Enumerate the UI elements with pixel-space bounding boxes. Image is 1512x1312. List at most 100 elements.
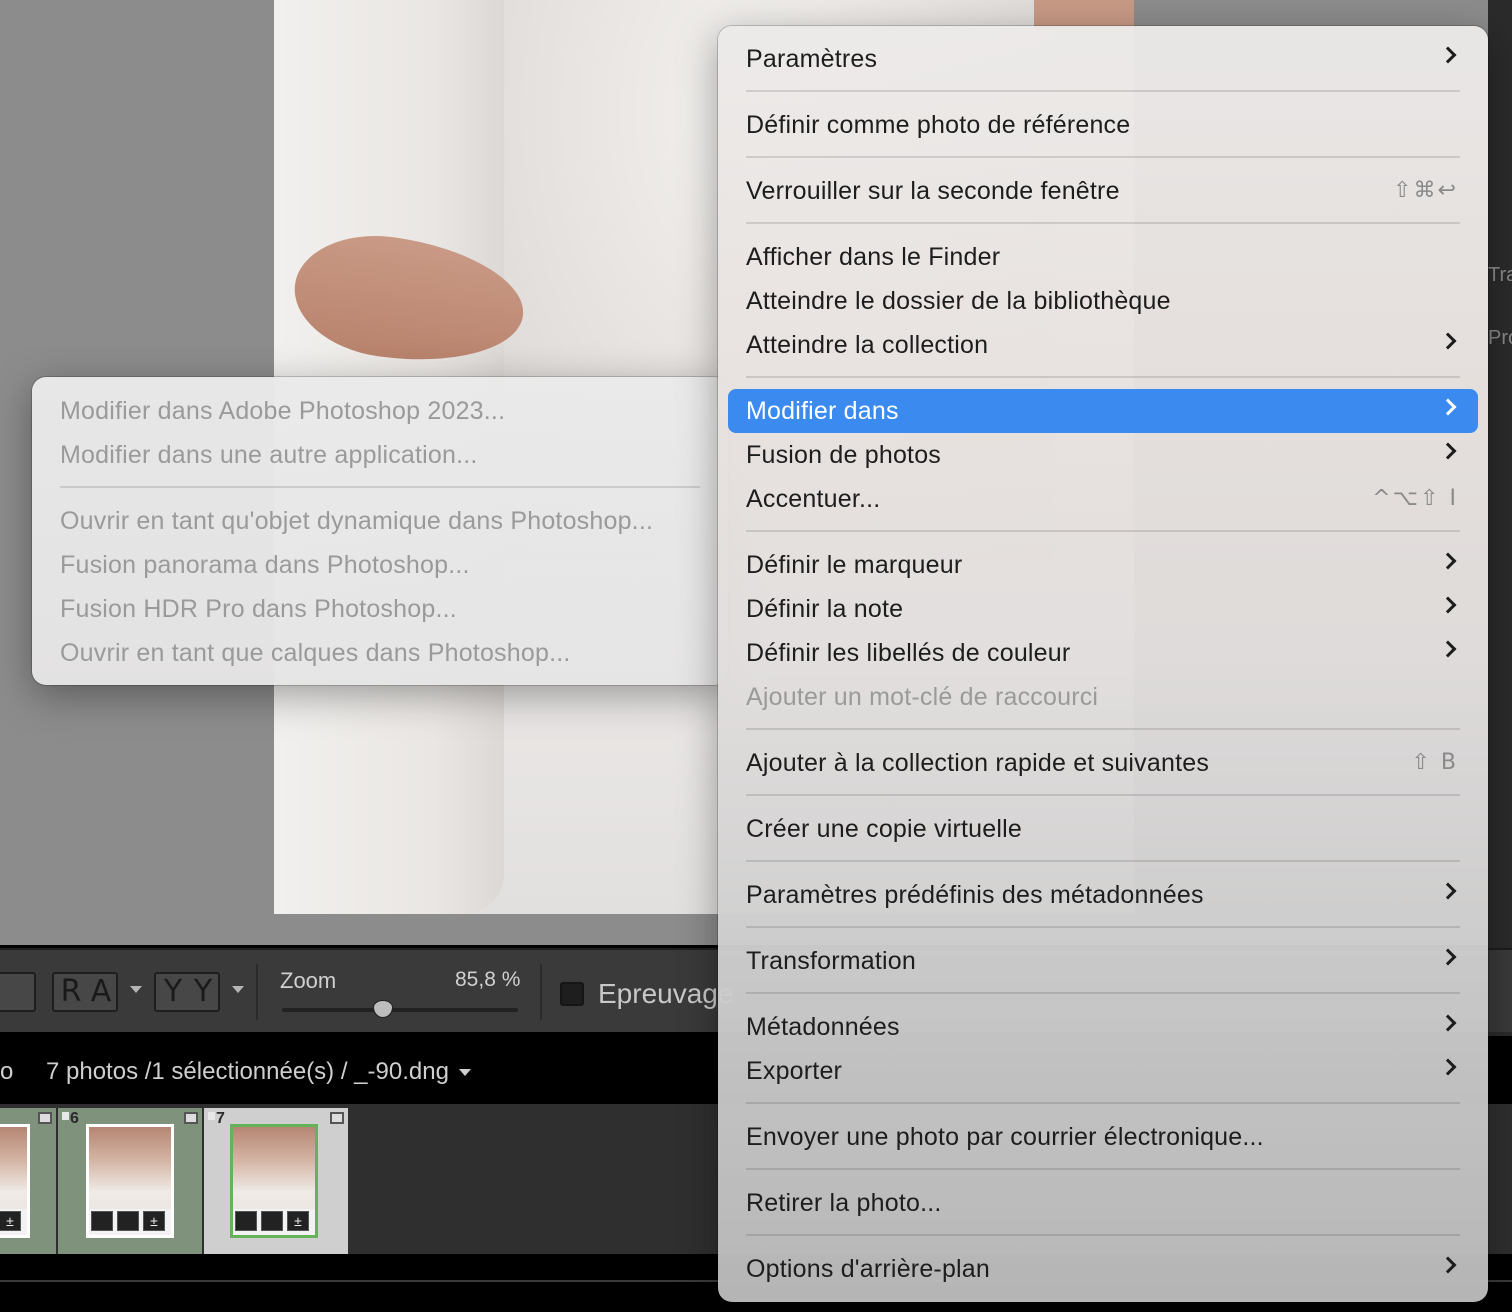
chevron-right-icon bbox=[1439, 332, 1457, 350]
menu-separator bbox=[746, 1102, 1460, 1104]
menu-item-label: Paramètres bbox=[746, 45, 878, 73]
submenu-item-hdr[interactable]: Fusion HDR Pro dans Photoshop... bbox=[42, 587, 718, 631]
menu-item-label: Définir le marqueur bbox=[746, 551, 963, 579]
menu-item-background-options[interactable]: Options d'arrière-plan bbox=[728, 1247, 1478, 1291]
before-after-dropdown-icon[interactable] bbox=[130, 986, 142, 993]
compare-dropdown-icon[interactable] bbox=[232, 986, 244, 993]
chevron-right-icon bbox=[1439, 552, 1457, 570]
menu-item-label: Métadonnées bbox=[746, 1013, 900, 1041]
submenu-item-smart-object[interactable]: Ouvrir en tant qu'objet dynamique dans P… bbox=[42, 499, 718, 543]
thumbnail-badges: ± bbox=[89, 1209, 171, 1235]
after-glyph: A bbox=[90, 974, 112, 1009]
submenu-item-label: Ouvrir en tant que calques dans Photosho… bbox=[60, 639, 571, 667]
toolbar-divider bbox=[540, 964, 542, 1020]
crop-badge-icon bbox=[261, 1211, 283, 1231]
menu-item-remove-photo[interactable]: Retirer la photo... bbox=[728, 1181, 1478, 1225]
chevron-right-icon bbox=[1439, 1256, 1457, 1274]
menu-item-enhance[interactable]: Accentuer... ^⌥⇧ I bbox=[728, 477, 1478, 521]
menu-item-set-color-label[interactable]: Définir les libellés de couleur bbox=[728, 631, 1478, 675]
edit-badge-icon bbox=[38, 1112, 52, 1124]
menu-item-show-in-finder[interactable]: Afficher dans le Finder bbox=[728, 235, 1478, 279]
menu-separator bbox=[60, 486, 700, 488]
before-after-button[interactable]: R A bbox=[52, 972, 118, 1012]
photo-context-menu: Paramètres Définir comme photo de référe… bbox=[718, 26, 1488, 1302]
menu-item-lock-second-window[interactable]: Verrouiller sur la seconde fenêtre ⇧⌘↩ bbox=[728, 169, 1478, 213]
develop-badge-icon: ± bbox=[143, 1211, 165, 1231]
menu-item-create-virtual-copy[interactable]: Créer une copie virtuelle bbox=[728, 807, 1478, 851]
submenu-item-panorama[interactable]: Fusion panorama dans Photoshop... bbox=[42, 543, 718, 587]
menu-separator bbox=[746, 90, 1460, 92]
menu-item-set-flag[interactable]: Définir le marqueur bbox=[728, 543, 1478, 587]
menu-separator bbox=[746, 530, 1460, 532]
thumbnail-badges: ± bbox=[0, 1209, 27, 1235]
menu-item-add-shortcut-keyword[interactable]: Ajouter un mot-clé de raccourci bbox=[728, 675, 1478, 719]
edit-badge-icon bbox=[330, 1112, 344, 1124]
menu-item-label: Verrouiller sur la seconde fenêtre bbox=[746, 177, 1120, 205]
menu-item-edit-in[interactable]: Modifier dans bbox=[728, 389, 1478, 433]
selection-source[interactable]: 7 photos /1 sélectionnée(s) / _-90.dng bbox=[46, 1058, 471, 1086]
zoom-slider-thumb[interactable] bbox=[373, 1000, 394, 1018]
menu-item-go-to-collection[interactable]: Atteindre la collection bbox=[728, 323, 1478, 367]
menu-item-label: Transformation bbox=[746, 947, 916, 975]
menu-item-add-quick-collection[interactable]: Ajouter à la collection rapide et suivan… bbox=[728, 741, 1478, 785]
filmstrip-thumbnail-active[interactable]: ± bbox=[230, 1124, 318, 1238]
menu-item-label: Retirer la photo... bbox=[746, 1189, 942, 1217]
cell-number: 6 bbox=[70, 1110, 79, 1127]
chevron-right-icon bbox=[1439, 398, 1457, 416]
filmstrip-cell[interactable]: 6 ± bbox=[58, 1108, 202, 1254]
menu-item-label: Paramètres prédéfinis des métadonnées bbox=[746, 881, 1204, 909]
menu-item-set-rating[interactable]: Définir la note bbox=[728, 587, 1478, 631]
filmstrip-thumbnail[interactable]: ± bbox=[0, 1124, 30, 1238]
toolbar-divider bbox=[256, 964, 258, 1020]
menu-item-transform[interactable]: Transformation bbox=[728, 939, 1478, 983]
menu-item-email-photo[interactable]: Envoyer une photo par courrier électroni… bbox=[728, 1115, 1478, 1159]
crop-badge-icon bbox=[117, 1211, 139, 1231]
status-left-fragment: o bbox=[0, 1058, 14, 1085]
menu-item-export[interactable]: Exporter bbox=[728, 1049, 1478, 1093]
submenu-item-label: Fusion HDR Pro dans Photoshop... bbox=[60, 595, 457, 623]
compare-right-glyph: Y bbox=[193, 974, 213, 1009]
zoom-slider[interactable] bbox=[282, 1000, 518, 1018]
proofing-label: Epreuvage bbox=[598, 978, 734, 1009]
menu-item-shortcut: ⇧ B bbox=[1411, 750, 1458, 775]
menu-item-shortcut: ^⌥⇧ I bbox=[1372, 486, 1458, 511]
menu-item-settings[interactable]: Paramètres bbox=[728, 37, 1478, 81]
menu-item-label: Fusion de photos bbox=[746, 441, 941, 469]
menu-item-label: Définir les libellés de couleur bbox=[746, 639, 1071, 667]
menu-item-label: Définir la note bbox=[746, 595, 904, 623]
submenu-item-edit-other-app[interactable]: Modifier dans une autre application... bbox=[42, 433, 718, 477]
flag-icon bbox=[62, 1112, 69, 1120]
submenu-item-label: Modifier dans une autre application... bbox=[60, 441, 478, 469]
submenu-item-layers[interactable]: Ouvrir en tant que calques dans Photosho… bbox=[42, 631, 718, 675]
compare-left-glyph: Y bbox=[163, 974, 183, 1009]
flag-icon bbox=[208, 1112, 215, 1120]
submenu-item-label: Modifier dans Adobe Photoshop 2023... bbox=[60, 397, 506, 425]
menu-item-go-to-folder[interactable]: Atteindre le dossier de la bibliothèque bbox=[728, 279, 1478, 323]
source-dropdown-icon[interactable] bbox=[458, 1069, 471, 1077]
menu-item-label: Options d'arrière-plan bbox=[746, 1255, 991, 1283]
menu-item-photo-merge[interactable]: Fusion de photos bbox=[728, 433, 1478, 477]
menu-item-metadata[interactable]: Métadonnées bbox=[728, 1005, 1478, 1049]
compare-button[interactable]: Y Y bbox=[154, 972, 220, 1012]
view-mode-button[interactable] bbox=[0, 972, 36, 1012]
filmstrip-thumbnail[interactable]: ± bbox=[86, 1124, 174, 1238]
develop-badge-icon: ± bbox=[287, 1211, 309, 1231]
menu-item-metadata-presets[interactable]: Paramètres prédéfinis des métadonnées bbox=[728, 873, 1478, 917]
menu-item-label: Afficher dans le Finder bbox=[746, 243, 1001, 271]
chevron-right-icon bbox=[1439, 46, 1457, 64]
submenu-item-label: Fusion panorama dans Photoshop... bbox=[60, 551, 470, 579]
filmstrip-cell-selected[interactable]: 7 ± bbox=[204, 1108, 348, 1254]
filmstrip-cell[interactable]: ± bbox=[0, 1108, 56, 1254]
submenu-item-label: Ouvrir en tant qu'objet dynamique dans P… bbox=[60, 507, 654, 535]
menu-separator bbox=[746, 1168, 1460, 1170]
chevron-right-icon bbox=[1439, 1058, 1457, 1076]
menu-item-label: Modifier dans bbox=[746, 397, 899, 425]
proofing-checkbox[interactable] bbox=[560, 982, 584, 1006]
menu-item-label: Accentuer... bbox=[746, 485, 881, 513]
submenu-item-edit-photoshop[interactable]: Modifier dans Adobe Photoshop 2023... bbox=[42, 389, 718, 433]
menu-item-set-reference[interactable]: Définir comme photo de référence bbox=[728, 103, 1478, 147]
menu-item-label: Ajouter un mot-clé de raccourci bbox=[746, 683, 1099, 711]
edit-in-submenu: Modifier dans Adobe Photoshop 2023... Mo… bbox=[32, 377, 728, 685]
edit-badge-icon bbox=[184, 1112, 198, 1124]
menu-separator bbox=[746, 926, 1460, 928]
